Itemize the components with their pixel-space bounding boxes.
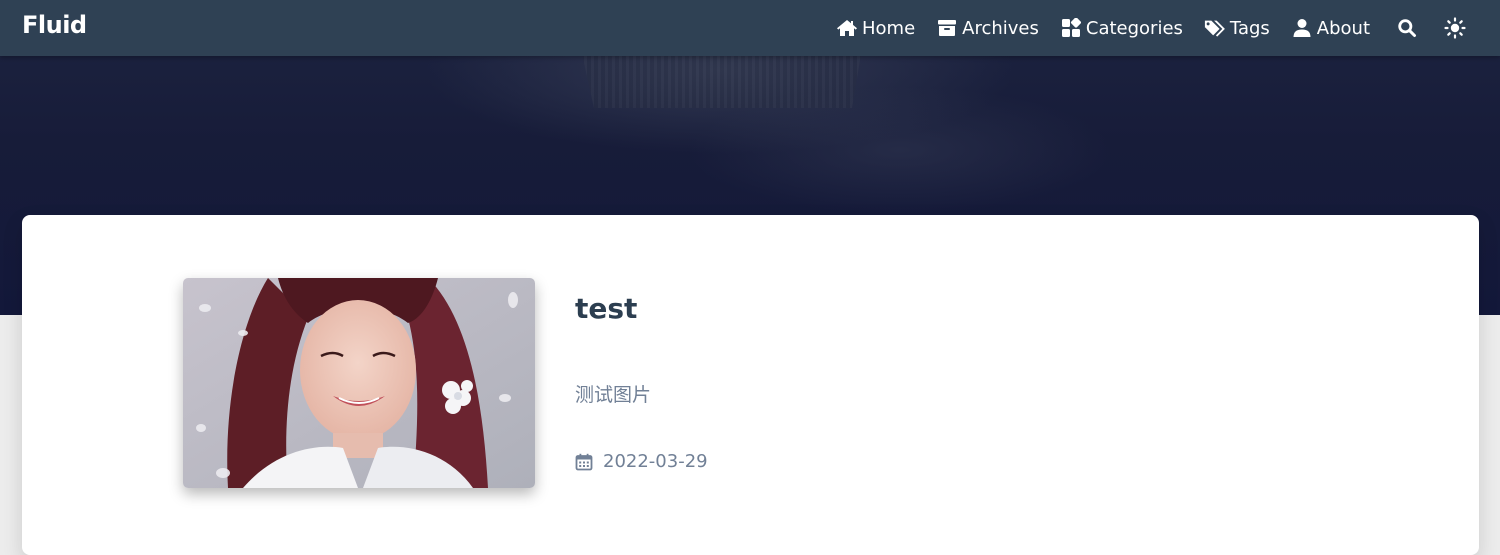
nav-label-about: About [1316, 17, 1370, 39]
theme-toggle-button[interactable] [1444, 17, 1466, 39]
post-list-card: test 测试图片 2022-03-29 [22, 215, 1479, 555]
nav-label-categories: Categories [1085, 17, 1183, 39]
nav-label-tags: Tags [1229, 17, 1270, 39]
nav-label-home: Home [862, 17, 916, 39]
home-icon [836, 17, 858, 39]
post-excerpt: 测试图片 [575, 384, 652, 406]
sun-icon [1444, 17, 1466, 39]
archive-icon [936, 17, 958, 39]
nav-item-archives[interactable]: Archives [936, 17, 1039, 39]
navbar: Fluid Home Archives Categories Tags Abou… [0, 0, 1500, 56]
nav-item-home[interactable]: Home [836, 17, 915, 39]
user-icon [1291, 17, 1313, 39]
nav-item-categories[interactable]: Categories [1060, 17, 1183, 39]
nav-label-archives: Archives [962, 17, 1039, 39]
post-thumbnail[interactable] [183, 278, 535, 488]
tags-icon [1204, 17, 1226, 39]
search-icon [1396, 17, 1418, 39]
post-item: test 测试图片 2022-03-29 [183, 278, 1283, 488]
post-thumbnail-image [183, 278, 535, 488]
search-button[interactable] [1396, 17, 1418, 39]
categories-icon [1060, 17, 1082, 39]
nav-item-about[interactable]: About [1291, 17, 1370, 39]
nav-menu: Home Archives Categories Tags About [815, 0, 1500, 56]
calendar-icon [575, 453, 593, 471]
post-date: 2022-03-29 [603, 451, 708, 472]
site-brand[interactable]: Fluid [22, 9, 87, 41]
post-title[interactable]: test [575, 292, 637, 325]
nav-item-tags[interactable]: Tags [1204, 17, 1270, 39]
post-meta: 2022-03-29 [575, 451, 708, 472]
